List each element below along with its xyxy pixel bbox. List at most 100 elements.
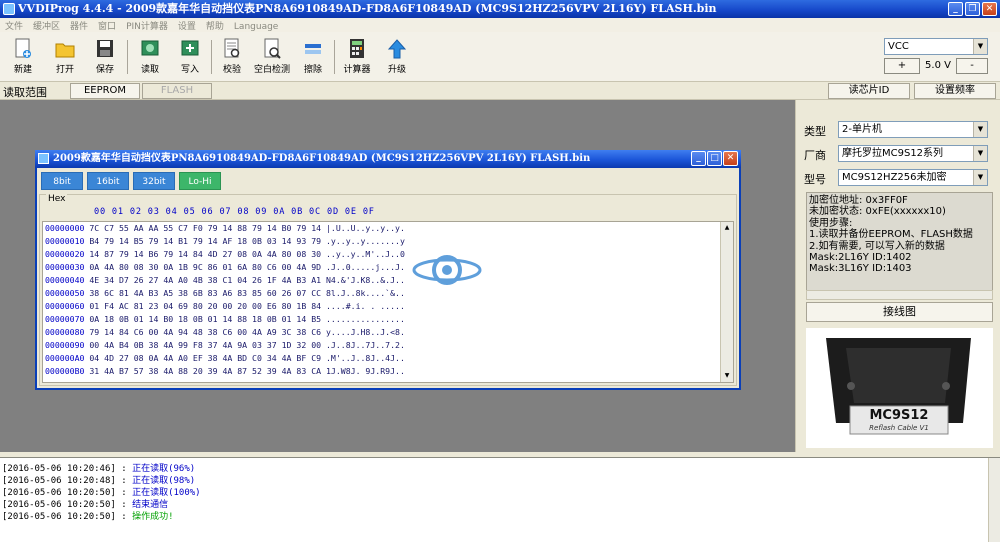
hex-vertical-scrollbar[interactable]: ▲ ▼ bbox=[720, 222, 733, 382]
menu-pin-calculator[interactable]: PIN计算器 bbox=[121, 18, 173, 33]
log-panel[interactable]: [2016-05-06 10:20:46] : 正在读取(96%) [2016-0… bbox=[0, 457, 1000, 542]
8bit-button[interactable]: 8bit bbox=[41, 172, 83, 190]
set-frequency-button[interactable]: 设置频率 bbox=[914, 83, 996, 99]
log-message: 正在读取(96%) bbox=[132, 464, 196, 474]
blank-check-button[interactable]: 空白检测 bbox=[251, 36, 293, 78]
erase-label: 擦除 bbox=[303, 65, 322, 75]
new-button[interactable]: 新建 bbox=[4, 36, 42, 78]
hex-row[interactable]: 00000000 7C C7 55 AA AA 55 C7 F0 79 14 8… bbox=[45, 223, 405, 233]
scroll-down-icon[interactable]: ▼ bbox=[722, 371, 732, 381]
vendor-select-value: 摩托罗拉MC9S12系列 bbox=[842, 148, 944, 159]
log-message: 结束通信 bbox=[132, 500, 169, 510]
hex-ascii: 8l.J..8k....`&.. bbox=[326, 288, 405, 298]
hex-window-title-bar[interactable]: 2009款嘉年华自动挡仪表PN8A6910849AD-FD8A6F10849AD… bbox=[35, 150, 741, 168]
type-label: 类型 bbox=[804, 125, 826, 138]
verify-label: 校验 bbox=[222, 65, 241, 75]
voltage-plus-button[interactable]: + bbox=[884, 58, 920, 74]
hex-bytes: 01 F4 AC 81 23 04 69 80 20 00 20 00 E6 8… bbox=[89, 301, 322, 311]
tab-flash[interactable]: FLASH bbox=[142, 83, 212, 99]
hex-group: Hex 00 01 02 03 04 05 06 07 08 09 0A 0B … bbox=[39, 194, 737, 386]
open-button[interactable]: 打开 bbox=[46, 36, 84, 78]
menu-device[interactable]: 器件 bbox=[65, 18, 93, 33]
hex-row[interactable]: 00000080 79 14 84 C6 00 4A 94 48 38 C6 0… bbox=[45, 327, 405, 337]
minimize-button[interactable]: _ bbox=[948, 2, 963, 16]
hex-bytes: 79 14 84 C6 00 4A 94 48 38 C6 00 4A A9 3… bbox=[89, 327, 322, 337]
verify-button[interactable]: 校验 bbox=[213, 36, 251, 78]
type-select[interactable]: 2-单片机 ▼ bbox=[838, 121, 988, 138]
menu-window[interactable]: 窗口 bbox=[93, 18, 121, 33]
write-button[interactable]: 写入 bbox=[171, 36, 209, 78]
blank-check-label: 空白检测 bbox=[253, 65, 290, 75]
hex-row[interactable]: 00000090 00 4A B4 0B 38 4A 99 F8 37 4A 9… bbox=[45, 340, 405, 350]
hex-ascii: .J..8J..7J..7.2. bbox=[326, 340, 405, 350]
hex-bytes: 7C C7 55 AA AA 55 C7 F0 79 14 88 79 14 B… bbox=[89, 223, 322, 233]
save-button[interactable]: 保存 bbox=[86, 36, 124, 78]
menu-file[interactable]: 文件 bbox=[0, 18, 28, 33]
log-vertical-scrollbar[interactable] bbox=[988, 458, 1000, 542]
menu-help[interactable]: 帮助 bbox=[201, 18, 229, 33]
hex-row[interactable]: 00000020 14 87 79 14 B6 79 14 84 4D 27 0… bbox=[45, 249, 405, 259]
upgrade-button[interactable]: 升级 bbox=[378, 36, 416, 78]
hex-row[interactable]: 000000A0 04 4D 27 08 0A 4A A0 EF 38 4A B… bbox=[45, 353, 405, 363]
verify-document-icon bbox=[224, 38, 240, 58]
chevron-down-icon[interactable]: ▼ bbox=[973, 170, 987, 185]
vcc-select[interactable]: VCC ▼ bbox=[884, 38, 988, 55]
hex-row[interactable]: 00000060 01 F4 AC 81 23 04 69 80 20 00 2… bbox=[45, 301, 405, 311]
close-button[interactable]: ✕ bbox=[982, 2, 997, 16]
info-horizontal-scrollbar[interactable] bbox=[806, 290, 993, 300]
hex-ascii: ................ bbox=[326, 314, 405, 324]
hex-maximize-button[interactable]: □ bbox=[707, 151, 722, 166]
hex-row[interactable]: 00000010 B4 79 14 B5 79 14 B1 79 14 AF 1… bbox=[45, 236, 405, 246]
read-button[interactable]: 读取 bbox=[131, 36, 169, 78]
hex-ascii: 1J.W8J. 9J.R9J.. bbox=[326, 366, 405, 376]
hex-row[interactable]: 00000050 38 6C 81 4A B3 A5 38 6B 83 A6 8… bbox=[45, 288, 405, 298]
voltage-minus-button[interactable]: - bbox=[956, 58, 988, 74]
chevron-down-icon[interactable]: ▼ bbox=[973, 39, 987, 54]
calculator-button[interactable]: 计算器 bbox=[338, 36, 376, 78]
hex-window-title: 2009款嘉年华自动挡仪表PN8A6910849AD-FD8A6F10849AD… bbox=[53, 153, 591, 164]
folder-icon bbox=[55, 43, 75, 58]
wiring-diagram-button[interactable]: 接线图 bbox=[806, 302, 993, 322]
read-chip-id-button[interactable]: 读芯片ID bbox=[828, 83, 910, 99]
hex-bytes: 4E 34 D7 26 27 4A A0 4B 38 C1 04 26 1F 4… bbox=[89, 275, 322, 285]
vendor-select[interactable]: 摩托罗拉MC9S12系列 ▼ bbox=[838, 145, 988, 162]
toolbar: 新建 打开 保存 读取 写入 校验 空白检测 擦除 计算器 升级 bbox=[0, 32, 1000, 82]
info-line: Mask:2L16Y ID:1402 bbox=[809, 252, 912, 264]
log-separator: : bbox=[115, 476, 133, 486]
hex-bytes: 14 87 79 14 B6 79 14 84 4D 27 08 0A 4A 8… bbox=[89, 249, 322, 259]
16bit-button[interactable]: 16bit bbox=[87, 172, 129, 190]
restore-button[interactable]: ❐ bbox=[965, 2, 980, 16]
32bit-button[interactable]: 32bit bbox=[133, 172, 175, 190]
hex-row[interactable]: 00000030 0A 4A 80 08 30 0A 1B 9C 86 01 6… bbox=[45, 262, 405, 272]
log-line: [2016-05-06 10:20:50] : 操作成功! bbox=[2, 511, 998, 523]
log-separator: : bbox=[115, 500, 133, 510]
hex-ascii: y....J.H8..J.<8. bbox=[326, 327, 405, 337]
right-panel: 类型 2-单片机 ▼ 厂商 摩托罗拉MC9S12系列 ▼ 型号 MC9S12HZ… bbox=[795, 100, 1000, 452]
hex-row[interactable]: 000000B0 31 4A B7 57 38 4A 88 20 39 4A 8… bbox=[45, 366, 405, 376]
hex-minimize-button[interactable]: _ bbox=[691, 151, 706, 166]
cable-label: MC9S12 bbox=[869, 408, 929, 423]
hex-bytes: 00 4A B4 0B 38 4A 99 F8 37 4A 9A 03 37 1… bbox=[89, 340, 322, 350]
chevron-down-icon[interactable]: ▼ bbox=[973, 146, 987, 161]
read-chip-icon bbox=[141, 40, 159, 56]
write-label: 写入 bbox=[180, 65, 199, 75]
erase-button[interactable]: 擦除 bbox=[294, 36, 332, 78]
menu-buffer[interactable]: 缓冲区 bbox=[28, 18, 65, 33]
hex-row[interactable]: 00000040 4E 34 D7 26 27 4A A0 4B 38 C1 0… bbox=[45, 275, 405, 285]
scroll-up-icon[interactable]: ▲ bbox=[722, 223, 732, 233]
hex-close-button[interactable]: ✕ bbox=[723, 151, 738, 166]
lo-hi-button[interactable]: Lo-Hi bbox=[179, 172, 221, 190]
log-line: [2016-05-06 10:20:50] : 结束通信 bbox=[2, 499, 998, 511]
hex-ascii: ....#.i. . ..... bbox=[326, 301, 405, 311]
hex-ascii: N4.&'J.K8..&.J.. bbox=[326, 275, 405, 285]
tab-eeprom[interactable]: EEPROM bbox=[70, 83, 140, 99]
new-file-icon bbox=[15, 38, 31, 58]
chevron-down-icon[interactable]: ▼ bbox=[973, 122, 987, 137]
hex-row[interactable]: 00000070 0A 18 0B 01 14 B0 18 0B 01 14 8… bbox=[45, 314, 405, 324]
model-select[interactable]: MC9S12HZ256未加密 ▼ bbox=[838, 169, 988, 186]
hex-view[interactable]: 00000000 7C C7 55 AA AA 55 C7 F0 79 14 8… bbox=[42, 221, 734, 383]
menu-settings[interactable]: 设置 bbox=[173, 18, 201, 33]
hex-ascii: .M'..J..8J..4J.. bbox=[326, 353, 405, 363]
log-separator: : bbox=[115, 464, 133, 474]
hex-address: 00000070 bbox=[45, 314, 85, 324]
